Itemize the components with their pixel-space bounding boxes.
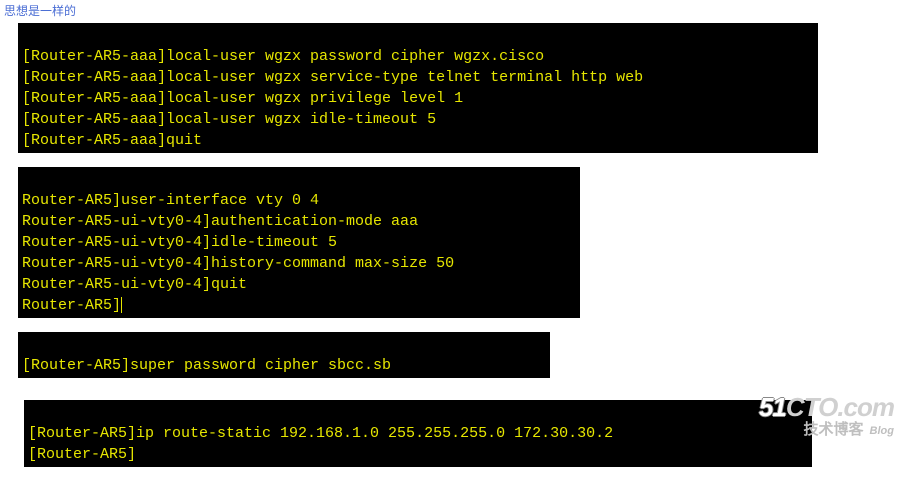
watermark-sub-text: 技术博客 — [804, 421, 864, 438]
term-line: Router-AR5]user-interface vty 0 4 — [22, 192, 319, 209]
watermark-51: 51 — [759, 392, 786, 422]
term-line: Router-AR5] — [22, 297, 121, 314]
term-line: Router-AR5-ui-vty0-4]authentication-mode… — [22, 213, 418, 230]
page-header-text: 思想是一样的 — [0, 0, 906, 21]
watermark: 51CTO.com 技术博客 Blog — [759, 394, 894, 437]
term-line: [Router-AR5-aaa]quit — [22, 132, 202, 149]
watermark-cto: CTO — [786, 392, 837, 422]
terminal-block-route: [Router-AR5]ip route-static 192.168.1.0 … — [24, 400, 812, 467]
terminal-block-vty: Router-AR5]user-interface vty 0 4 Router… — [18, 167, 580, 318]
term-line: Router-AR5-ui-vty0-4]idle-timeout 5 — [22, 234, 337, 251]
terminal-block-aaa: [Router-AR5-aaa]local-user wgzx password… — [18, 23, 818, 153]
term-line: [Router-AR5-aaa]local-user wgzx idle-tim… — [22, 111, 436, 128]
term-line: [Router-AR5-aaa]local-user wgzx privileg… — [22, 90, 463, 107]
terminal-block-super: [Router-AR5]super password cipher sbcc.s… — [18, 332, 550, 378]
term-line: [Router-AR5-aaa]local-user wgzx password… — [22, 48, 544, 65]
term-line: Router-AR5-ui-vty0-4]history-command max… — [22, 255, 454, 272]
watermark-logo: 51CTO.com — [759, 394, 894, 420]
term-line: [Router-AR5-aaa]local-user wgzx service-… — [22, 69, 643, 86]
watermark-sub: 技术博客 Blog — [759, 422, 894, 437]
cursor-icon — [121, 297, 122, 313]
term-line: Router-AR5-ui-vty0-4]quit — [22, 276, 247, 293]
watermark-com: .com — [837, 392, 894, 422]
watermark-blog: Blog — [870, 425, 894, 437]
term-line: [Router-AR5]super password cipher sbcc.s… — [22, 357, 391, 374]
term-line: [Router-AR5] — [28, 446, 136, 463]
term-line: [Router-AR5]ip route-static 192.168.1.0 … — [28, 425, 613, 442]
